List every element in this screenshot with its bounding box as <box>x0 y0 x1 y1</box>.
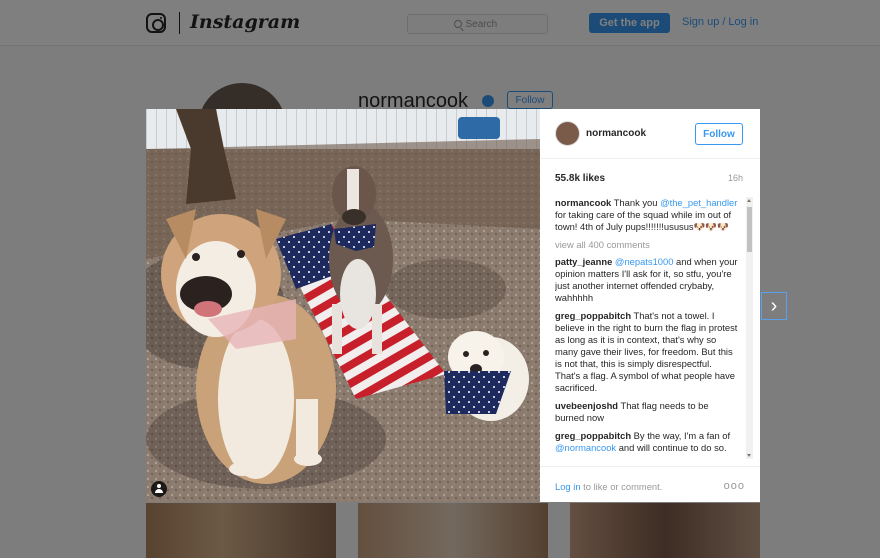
comment-username[interactable]: greg_poppabitch <box>555 310 631 321</box>
comment-text-pre: By the way, I'm a fan of <box>631 430 731 441</box>
comment-text: and will continue to do so. <box>616 442 727 453</box>
post-photo[interactable] <box>146 109 540 502</box>
caption-mention[interactable]: @the_pet_handler <box>660 197 737 208</box>
caption-username[interactable]: normancook <box>555 197 611 208</box>
comment-mention[interactable]: @normancook <box>555 442 616 453</box>
post-sidebar: normancook Follow 55.8k likes 16h norman… <box>540 109 760 502</box>
comments-scrollbar[interactable] <box>746 197 753 459</box>
post-modal: normancook Follow 55.8k likes 16h norman… <box>146 109 760 502</box>
caption-text-post: for taking care of the squad while im ou… <box>555 209 732 232</box>
login-to-comment-link[interactable]: Log in <box>555 481 581 492</box>
user-tag-icon[interactable] <box>151 481 167 497</box>
login-prompt: Log in to like or comment. <box>555 481 662 492</box>
comment-item: greg_poppabitch By the way, I'm a fan of… <box>555 430 738 454</box>
scroll-down-arrow-icon[interactable] <box>747 454 751 457</box>
comment-text: That's not a towel. I believe in the rig… <box>555 310 738 393</box>
comment-username[interactable]: patty_jeanne <box>555 256 612 267</box>
next-post-arrow-icon[interactable]: › <box>761 292 787 320</box>
post-timestamp[interactable]: 16h <box>728 173 743 183</box>
comment-username[interactable]: uvebeenjoshd <box>555 400 618 411</box>
view-all-comments-link[interactable]: view all 400 comments <box>555 239 738 251</box>
comment-item: patty_jeanne @nepats1000 and when your o… <box>555 256 738 304</box>
comment-mention[interactable]: @nepats1000 <box>615 256 674 267</box>
follow-button[interactable]: Follow <box>695 123 743 145</box>
comments-list[interactable]: normancook Thank you @the_pet_handler fo… <box>555 197 738 459</box>
caption: normancook Thank you @the_pet_handler fo… <box>555 197 738 233</box>
post-photo-illustration <box>146 109 540 502</box>
post-header: normancook Follow <box>540 109 760 159</box>
caption-text-pre: Thank you <box>613 197 661 208</box>
comment-item: uvebeenjoshd That flag needs to be burne… <box>555 400 738 424</box>
post-footer: Log in to like or comment. ooo <box>540 466 760 502</box>
scroll-up-arrow-icon[interactable] <box>747 199 751 202</box>
likes-count[interactable]: 55.8k likes <box>555 173 605 184</box>
comment-username[interactable]: greg_poppabitch <box>555 430 631 441</box>
post-author-username[interactable]: normancook <box>586 128 646 139</box>
post-author-avatar[interactable] <box>555 121 580 146</box>
more-options-icon[interactable]: ooo <box>724 480 745 492</box>
login-prompt-text: to like or comment. <box>580 481 663 492</box>
scrollbar-thumb[interactable] <box>747 207 752 252</box>
comment-item: greg_poppabitch That's not a towel. I be… <box>555 310 738 394</box>
